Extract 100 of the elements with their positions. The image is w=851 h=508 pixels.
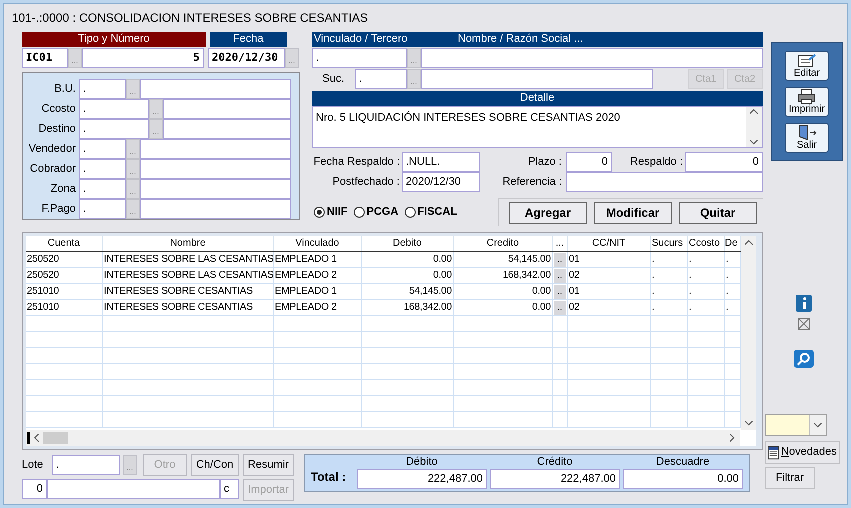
input-field[interactable] [566, 172, 763, 192]
window-title: 101-.:0000 : CONSOLIDACION INTERESES SOBRE CESANTIAS [12, 10, 368, 27]
input-field[interactable] [140, 179, 291, 199]
column-header[interactable]: Vinculado [274, 236, 362, 251]
action-button[interactable]: Ch/Con [191, 454, 239, 476]
scrollbar[interactable] [746, 107, 762, 147]
input-field[interactable]: 2020/12/30 [208, 48, 285, 68]
input-field[interactable]: . [52, 455, 120, 475]
field-label: Fecha Respaldo : [312, 154, 401, 170]
lookup-button[interactable]: .. [554, 284, 566, 298]
column-title: Descuadre [656, 455, 710, 469]
lookup-button[interactable]: .. [554, 300, 566, 314]
input-field[interactable]: .NULL. [402, 152, 480, 172]
section-header: Fecha [210, 32, 287, 47]
input-field[interactable]: 222,487.00 [490, 469, 620, 489]
chevron-down-icon [814, 422, 822, 428]
scroll-thumb[interactable] [43, 432, 68, 444]
input-field[interactable]: . [79, 119, 149, 139]
input-field[interactable]: . [312, 48, 407, 68]
table-cell: EMPLEADO 1 [274, 252, 362, 267]
field-label: F.Pago [40, 202, 77, 217]
table-cell: 0.00 [454, 284, 553, 299]
horizontal-scrollbar[interactable] [26, 430, 740, 446]
table-cell: 0.00 [362, 268, 454, 283]
table-cell: EMPLEADO 2 [274, 268, 362, 283]
input-field[interactable]: 0.00 [623, 469, 743, 489]
toolbar-button[interactable]: Imprimir [785, 87, 829, 117]
table-cell: INTERESES SOBRE CESANTIAS [103, 284, 274, 299]
input-field[interactable]: 2020/12/30 [402, 172, 480, 192]
lookup-button[interactable]: .. [554, 268, 566, 282]
column-header[interactable]: Credito [454, 236, 553, 251]
line-action-button[interactable]: Agregar [509, 202, 587, 224]
section-header: Detalle [312, 91, 763, 106]
table-cell: 02 [568, 300, 651, 315]
column-header[interactable]: Debito [362, 236, 454, 251]
table-cell: 168,342.00 [454, 268, 553, 283]
column-title: Crédito [537, 455, 573, 469]
detail-text: Nro. 5 LIQUIDACIÓN INTERESES SOBRE CESANTIAS 2020 [315, 110, 622, 126]
vertical-scrollbar[interactable] [741, 236, 756, 430]
input-field[interactable]: c [220, 479, 239, 500]
input-field[interactable] [140, 159, 291, 179]
column-header[interactable]: Ccosto [688, 236, 725, 251]
table-cell: . [651, 268, 688, 283]
input-field[interactable]: 5 [82, 48, 204, 68]
toolbar-button[interactable]: Salir [785, 123, 829, 153]
radio-option[interactable]: PCGA [354, 204, 399, 220]
column-header[interactable]: ... [553, 236, 568, 251]
filter-button[interactable]: Filtrar [765, 467, 815, 489]
input-field[interactable]: . [79, 139, 126, 159]
column-header[interactable]: CC/NIT [568, 236, 651, 251]
detail-textarea[interactable]: Nro. 5 LIQUIDACIÓN INTERESES SOBRE CESANTIAS 2020 [312, 106, 763, 148]
checkbox-icon[interactable] [798, 318, 810, 330]
field-label: Plazo : [527, 154, 563, 170]
input-field[interactable]: 0 [22, 479, 47, 500]
dropdown-field[interactable] [765, 414, 827, 436]
table-cell: 01 [568, 252, 651, 267]
column-title: Vinculado / Tercero [313, 32, 409, 48]
printer-icon [797, 89, 817, 105]
input-field[interactable] [140, 199, 291, 219]
input-field[interactable] [140, 139, 291, 159]
input-field[interactable] [421, 69, 653, 89]
column-header[interactable]: Cuenta [26, 236, 103, 251]
section-header: Tipo y Número [22, 32, 206, 47]
radio-option[interactable]: FISCAL [404, 204, 458, 220]
input-field[interactable] [163, 119, 291, 139]
lookup-button[interactable]: .. [554, 252, 566, 266]
table-cell: 02 [568, 268, 651, 283]
input-field[interactable] [421, 48, 763, 68]
line-action-button[interactable]: Modificar [594, 202, 672, 224]
input-field[interactable]: 222,487.00 [357, 469, 487, 489]
news-button[interactable]: Novedades [765, 441, 840, 464]
field-label: Destino [38, 122, 77, 137]
search-icon[interactable] [794, 350, 814, 368]
input-field[interactable] [47, 479, 220, 500]
field-label: Postfechado : [332, 174, 401, 190]
input-field[interactable]: . [79, 199, 126, 219]
action-button[interactable]: Resumir [243, 454, 294, 476]
radio-option[interactable]: NIIF [314, 204, 348, 220]
input-field[interactable]: 0 [685, 152, 763, 172]
input-field[interactable] [140, 79, 291, 99]
column-header[interactable]: Sucurs [651, 236, 688, 251]
toolbar-button[interactable]: Editar [785, 51, 829, 81]
line-action-button[interactable]: Quitar [679, 202, 757, 224]
table-cell: 251010 [26, 300, 103, 315]
edit-icon [797, 53, 817, 69]
input-field[interactable]: . [79, 159, 126, 179]
input-field[interactable]: 0 [566, 152, 612, 172]
input-field[interactable] [163, 99, 291, 119]
input-field[interactable]: . [79, 79, 126, 99]
table-cell: 168,342.00 [362, 300, 454, 315]
input-field[interactable]: . [355, 69, 407, 89]
column-header[interactable]: Nombre [103, 236, 274, 251]
table-cell: . [651, 252, 688, 267]
table-cell: . [651, 300, 688, 315]
field-label: Suc. [321, 72, 346, 87]
table-cell: INTERESES SOBRE CESANTIAS [103, 300, 274, 315]
input-field[interactable]: . [79, 179, 126, 199]
input-field[interactable]: . [79, 99, 149, 119]
input-field[interactable]: IC01 [22, 48, 68, 68]
info-icon[interactable] [796, 295, 812, 312]
